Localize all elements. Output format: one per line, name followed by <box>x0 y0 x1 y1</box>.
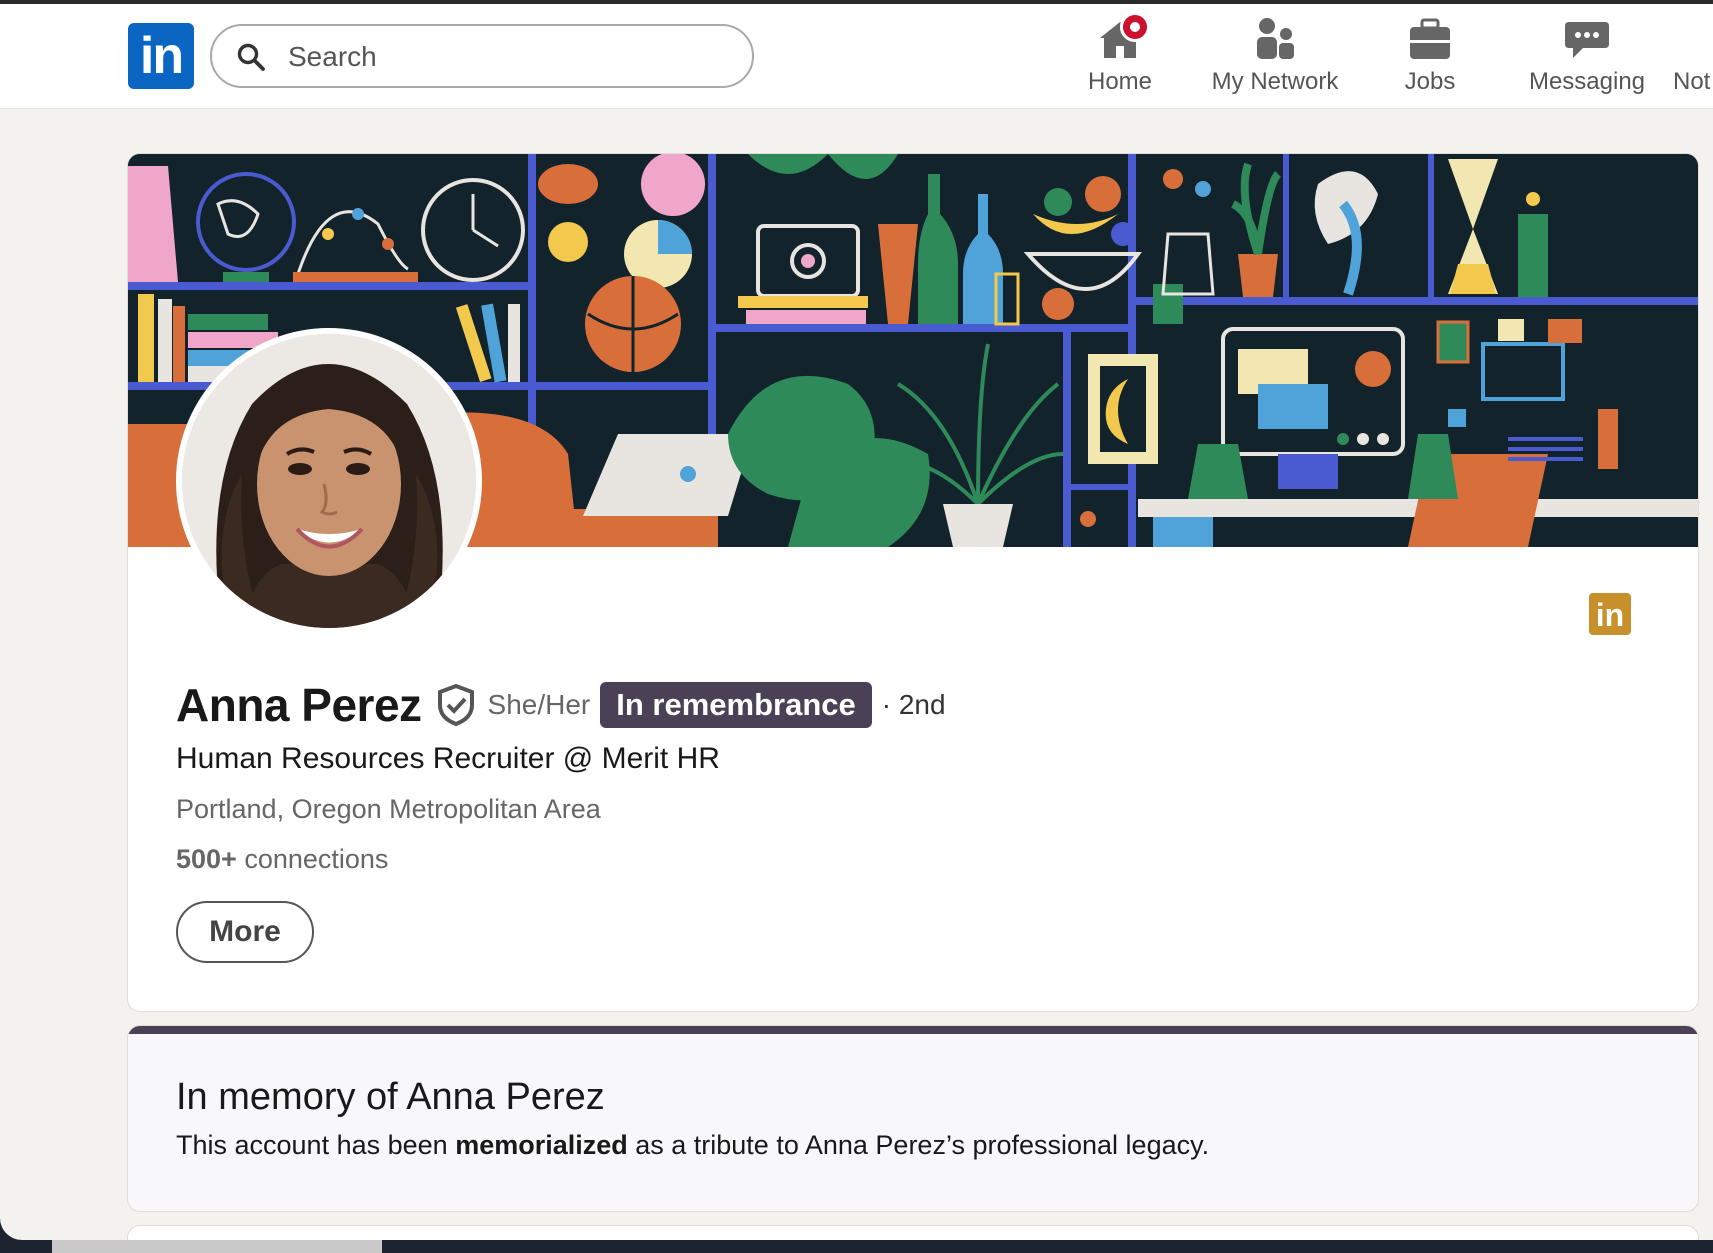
memorial-accent-bar <box>128 1026 1698 1034</box>
memorial-title: In memory of Anna Perez <box>176 1076 605 1118</box>
screen: in Home <box>0 0 1713 1240</box>
top-nav: in Home <box>0 4 1713 109</box>
nav-messaging[interactable]: Messaging <box>1522 16 1652 102</box>
nav-jobs[interactable]: Jobs <box>1390 16 1470 102</box>
background-window-edge <box>52 1240 382 1253</box>
connections-label: connections <box>236 844 389 874</box>
profile-location: Portland, Oregon Metropolitan Area <box>176 794 601 824</box>
profile-pronouns: She/Her <box>487 689 591 720</box>
connections-number: 500+ <box>176 844 237 874</box>
more-button[interactable]: More <box>176 901 314 963</box>
nav-my-network[interactable]: My Network <box>1200 16 1350 102</box>
search-icon <box>237 43 265 71</box>
memorial-description: This account has been memorialized as a … <box>176 1130 1209 1161</box>
home-icon <box>1096 12 1150 62</box>
background-window <box>0 1240 1713 1253</box>
messaging-icon <box>1563 16 1611 62</box>
next-section-card <box>128 1226 1698 1240</box>
briefcase-icon <box>1406 16 1454 62</box>
in-remembrance-badge: In remembrance <box>600 682 872 728</box>
connections-count[interactable]: 500+ connections <box>176 844 388 875</box>
profile-headline: Human Resources Recruiter @ Merit HR <box>176 742 720 775</box>
search-box[interactable] <box>210 24 754 88</box>
memorial-text-start: This account has been <box>176 1130 456 1160</box>
search-input[interactable] <box>286 34 730 80</box>
profile-name: Anna Perez <box>176 679 422 731</box>
linkedin-badge-icon: in <box>1589 593 1631 635</box>
verified-shield-icon[interactable] <box>436 683 476 727</box>
network-icon <box>1251 16 1299 62</box>
nav-home-label: Home <box>1087 68 1153 95</box>
connection-degree: · 2nd <box>881 689 946 720</box>
linkedin-logo[interactable]: in <box>128 23 194 89</box>
profile-name-row: Anna Perez She/Her In remembrance · 2nd <box>176 677 946 733</box>
profile-card: in Anna Perez She/Her In remembrance · 2… <box>128 154 1698 1011</box>
nav-my-network-label: My Network <box>1211 68 1339 95</box>
nav-notifications-label: Not <box>1673 68 1711 95</box>
memorial-text-end: as a tribute to Anna Perez’s professiona… <box>627 1130 1210 1160</box>
profile-avatar[interactable] <box>176 328 482 634</box>
nav-home[interactable]: Home <box>1080 12 1160 102</box>
notifications-icon <box>1673 16 1713 62</box>
memorial-card: In memory of Anna Perez This account has… <box>128 1026 1698 1211</box>
notification-badge <box>1120 12 1150 42</box>
profile-photo <box>182 334 476 628</box>
memorial-text-bold: memorialized <box>455 1130 628 1160</box>
nav-jobs-label: Jobs <box>1404 68 1456 95</box>
nav-notifications[interactable]: Not <box>1673 16 1713 102</box>
nav-messaging-label: Messaging <box>1528 68 1646 95</box>
